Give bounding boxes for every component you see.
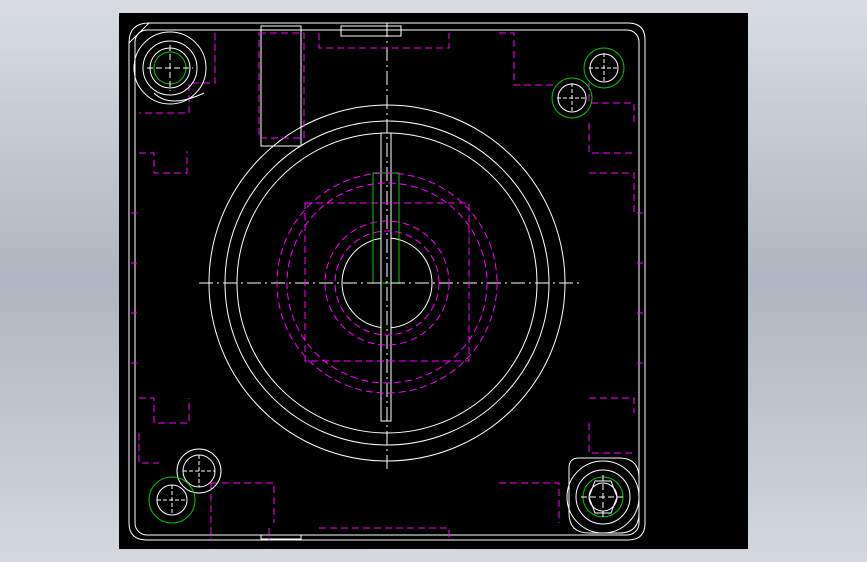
dowel-top-right (551, 47, 625, 119)
bolt-top-left (133, 31, 207, 105)
keyway-slot (380, 132, 392, 422)
cad-drawing (128, 22, 646, 541)
cad-viewport[interactable] (119, 13, 748, 549)
bolt-bottom-right (566, 457, 640, 534)
dowel-bottom-left (148, 448, 222, 524)
